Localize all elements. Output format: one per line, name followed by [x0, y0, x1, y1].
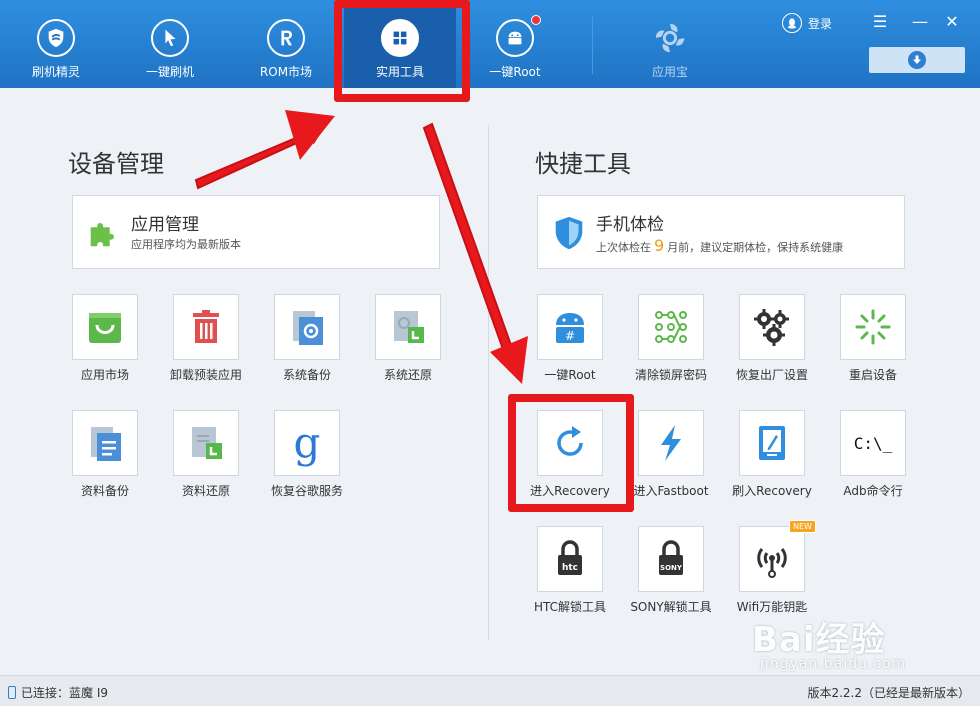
tile-label: 重启设备	[848, 368, 897, 382]
clear-lock-password-tile[interactable]	[638, 294, 704, 360]
factory-reset-tile[interactable]	[739, 294, 805, 360]
reboot-spinner-icon	[855, 309, 891, 345]
phone-checkup-card[interactable]: 手机体检 上次体检在 9 月前，建议定期体检，保持系统健康	[537, 195, 905, 269]
sony-brand-label: SONY	[660, 564, 683, 572]
phone-icon	[8, 686, 16, 699]
login-label: 登录	[808, 16, 833, 31]
cursor-icon	[151, 19, 189, 57]
nav-flash-wizard[interactable]: 刷机精灵	[0, 0, 112, 88]
card-title: 应用管理	[131, 215, 199, 235]
annotation-box-tools-tab	[334, 0, 470, 102]
app-treasure-icon	[651, 19, 689, 57]
minimize-icon[interactable]: —	[910, 12, 930, 31]
sony-unlock-tile[interactable]: SONY	[638, 526, 704, 592]
system-restore-icon	[394, 311, 424, 343]
watermark-url: jingyan.baidu.com	[760, 656, 907, 672]
tile-label: 系统还原	[383, 368, 432, 382]
card-subtitle: 上次体检在 9 月前，建议定期体检，保持系统健康	[596, 236, 843, 255]
tile-label: 恢复谷歌服务	[270, 484, 343, 498]
htc-unlock-tile[interactable]: htc	[537, 526, 603, 592]
card-subtitle: 应用程序均为最新版本	[131, 238, 241, 251]
nav-label: 一键刷机	[145, 65, 194, 79]
checkup-suffix: 月前，建议定期体检，保持系统健康	[667, 241, 844, 254]
pattern-lock-icon	[655, 311, 687, 343]
google-g-icon: g	[293, 418, 321, 467]
nav-label: 应用宝	[651, 65, 688, 79]
system-backup-icon	[293, 311, 323, 345]
android-icon	[496, 19, 534, 57]
download-button[interactable]	[869, 47, 965, 73]
new-badge: NEW	[789, 520, 816, 533]
nav-label: ROM市场	[259, 65, 313, 79]
status-bar: 已连接：蓝魔 I9 版本2.2.2（已经是最新版本）	[0, 675, 980, 706]
shopping-bag-icon	[89, 313, 121, 343]
htc-brand-label: htc	[562, 563, 578, 573]
annotation-arrow-to-tools	[194, 110, 335, 190]
tile-label: Adb命令行	[843, 484, 903, 498]
watermark-logo-text: Bai经验	[752, 620, 886, 660]
card-title: 手机体检	[596, 215, 664, 235]
wifi-key-icon	[757, 548, 787, 578]
shield-icon	[37, 19, 75, 57]
close-icon[interactable]: ✕	[942, 12, 962, 31]
enter-fastboot-tile[interactable]	[638, 410, 704, 476]
qq-penguin-icon	[782, 13, 802, 33]
restore-google-services-tile[interactable]: g	[274, 410, 340, 476]
checkup-months: 9	[654, 236, 665, 255]
lightning-bolt-icon	[661, 425, 681, 461]
svg-text:#: #	[565, 329, 575, 343]
nav-divider	[592, 16, 593, 74]
rom-icon	[267, 19, 305, 57]
nav-label: 一键Root	[489, 65, 541, 79]
top-navigation-bar: 刷机精灵 一键刷机 ROM市场 实用工具 一键Root 应用宝 登录 ☰ — ✕	[0, 0, 980, 88]
device-management-title: 设备管理	[68, 150, 164, 178]
terminal-prompt-icon: C:\_	[853, 433, 893, 453]
nav-app-treasure[interactable]: 应用宝	[614, 0, 726, 88]
nav-label: 刷机精灵	[31, 65, 80, 79]
one-click-root-tile[interactable]: #	[537, 294, 603, 360]
uninstall-preinstalled-tile[interactable]	[173, 294, 239, 360]
wifi-master-key-tile[interactable]	[739, 526, 805, 592]
tablet-pen-icon	[759, 426, 785, 460]
connection-text: 已连接：蓝魔 I9	[21, 686, 108, 700]
htc-padlock-icon: htc	[558, 540, 582, 575]
menu-icon[interactable]: ☰	[870, 12, 890, 31]
adb-command-tile[interactable]: C:\_	[840, 410, 906, 476]
baidu-jingyan-watermark: Bai经验 jingyan.baidu.com	[752, 612, 942, 674]
flash-recovery-tile[interactable]	[739, 410, 805, 476]
system-restore-tile[interactable]	[375, 294, 441, 360]
android-root-icon: #	[556, 313, 584, 343]
checkup-prefix: 上次体检在	[596, 241, 651, 254]
login-button[interactable]: 登录	[782, 13, 832, 33]
section-divider	[488, 125, 489, 640]
nav-one-click-root[interactable]: 一键Root	[459, 0, 571, 88]
shield-check-icon	[550, 214, 588, 252]
download-arrow-icon	[908, 51, 926, 69]
gears-icon	[754, 309, 789, 346]
system-backup-tile[interactable]	[274, 294, 340, 360]
annotation-arrows	[194, 110, 528, 384]
quick-tools-title: 快捷工具	[535, 150, 631, 178]
reboot-device-tile[interactable]	[840, 294, 906, 360]
data-restore-tile[interactable]	[173, 410, 239, 476]
notification-dot	[531, 15, 541, 25]
app-management-card[interactable]: 应用管理 应用程序均为最新版本	[72, 195, 440, 269]
annotation-box-recovery	[508, 394, 634, 512]
document-restore-icon	[192, 427, 222, 459]
sony-padlock-icon: SONY	[659, 540, 683, 575]
document-backup-icon	[91, 427, 121, 461]
data-backup-tile[interactable]	[72, 410, 138, 476]
connection-status: 已连接：蓝魔 I9	[8, 684, 108, 701]
trash-can-icon	[193, 310, 219, 343]
nav-one-click-flash[interactable]: 一键刷机	[114, 0, 226, 88]
app-market-tile[interactable]	[72, 294, 138, 360]
nav-rom-market[interactable]: ROM市场	[230, 0, 342, 88]
puzzle-icon	[85, 214, 123, 252]
version-text: 版本2.2.2（已经是最新版本）	[807, 686, 970, 700]
